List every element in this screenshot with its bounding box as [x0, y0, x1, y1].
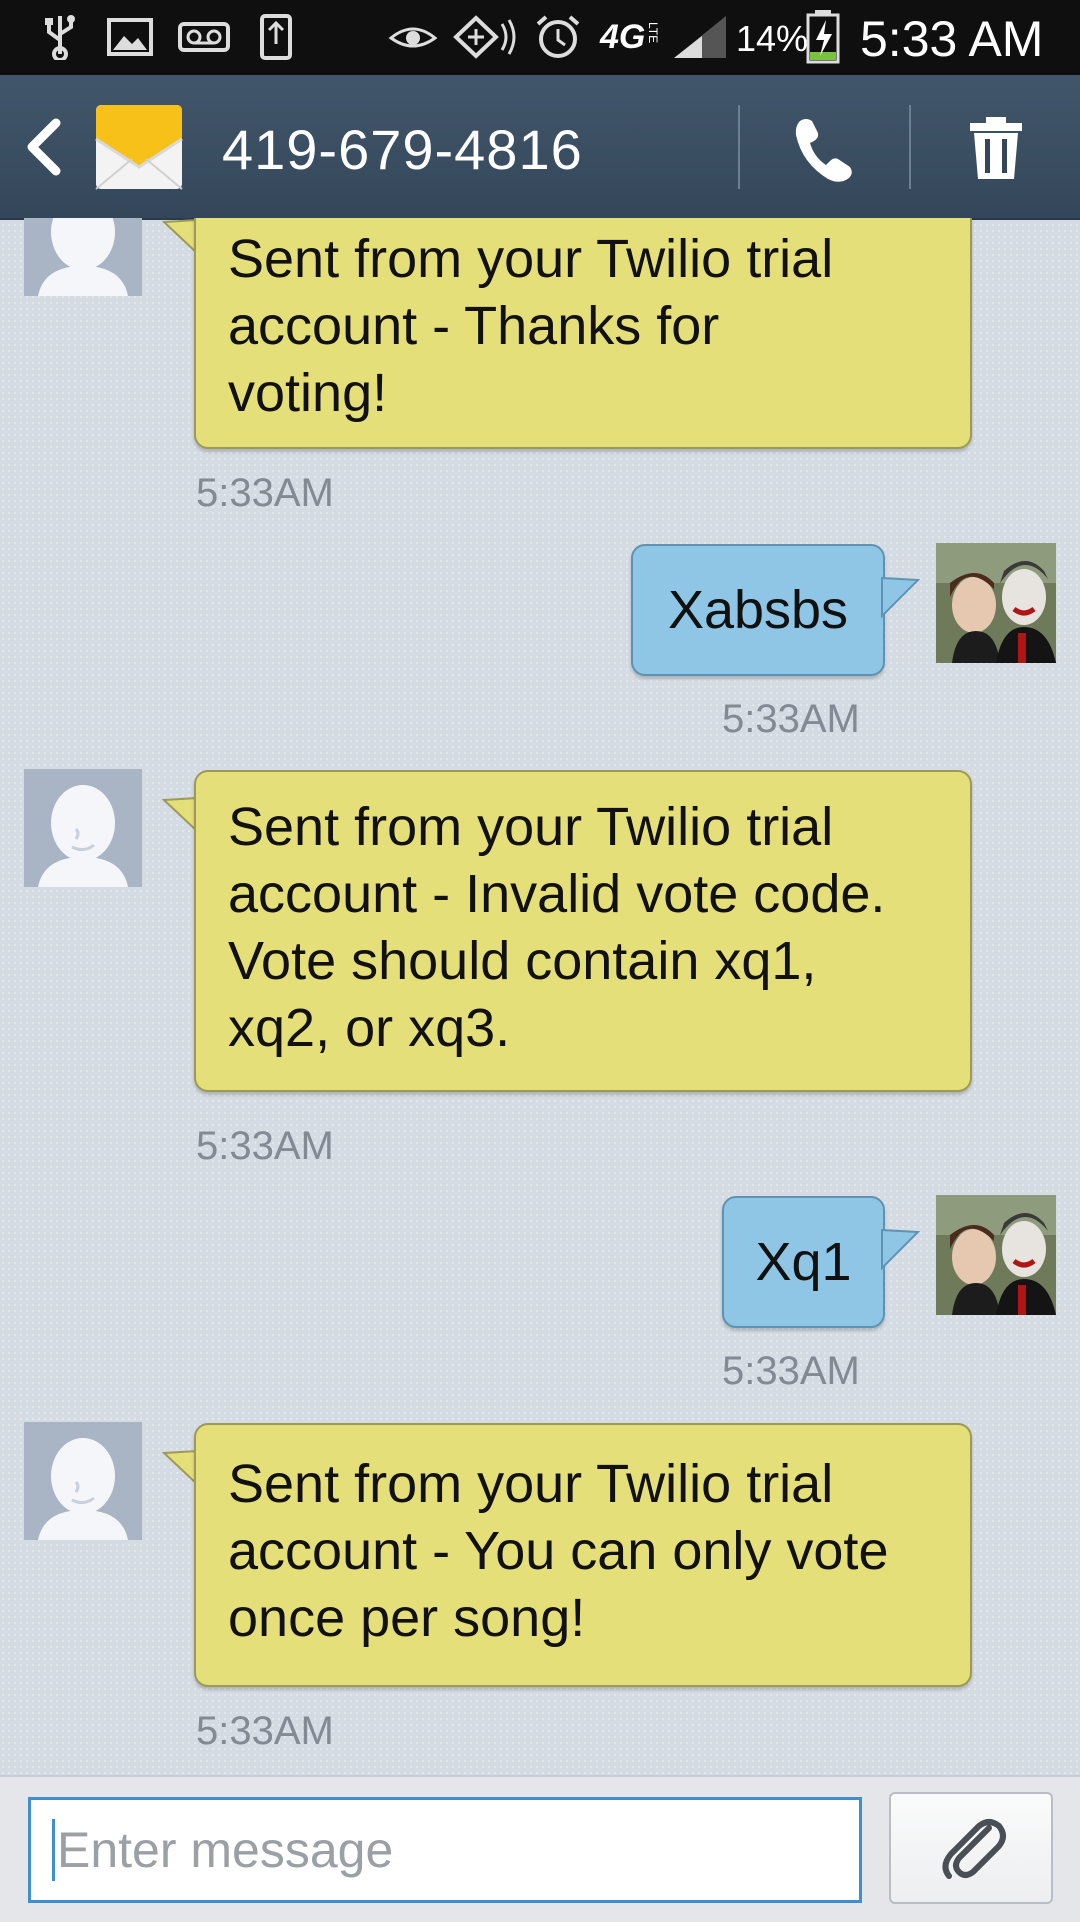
message-list[interactable]: Sent from your Twilio trial account - Th…	[0, 218, 1080, 1775]
contact-avatar[interactable]	[24, 769, 142, 887]
message-timestamp: 5:33AM	[722, 1349, 860, 1393]
back-arrow-icon[interactable]	[22, 117, 66, 177]
header-divider	[909, 105, 911, 189]
bubble-tail	[881, 1228, 920, 1271]
user-avatar[interactable]	[936, 543, 1056, 663]
phone-upload-icon	[260, 14, 292, 60]
message-line: account - Invalid vote code.	[228, 864, 886, 924]
contact-avatar[interactable]	[24, 218, 142, 296]
composer-bar	[0, 1775, 1080, 1922]
trash-icon[interactable]	[968, 115, 1024, 181]
message-line: Sent from your Twilio trial	[228, 229, 834, 289]
message-timestamp: 5:33AM	[196, 1709, 334, 1753]
message-bubble-incoming[interactable]: Sent from your Twilio trial account - Yo…	[194, 1423, 972, 1687]
bubble-tail	[881, 576, 920, 619]
network-subtype: LTE	[646, 22, 660, 44]
message-timestamp: 5:33AM	[196, 471, 334, 515]
message-line: account - You can only vote	[228, 1521, 889, 1581]
clock: 5:33 AM	[860, 11, 1044, 67]
default-person-icon	[24, 218, 142, 296]
message-bubble-incoming[interactable]: Sent from your Twilio trial account - In…	[194, 770, 972, 1092]
default-person-icon	[24, 769, 142, 887]
default-person-icon	[24, 1422, 142, 1540]
status-bar: 4G LTE 14% 5:33 AM	[0, 0, 1080, 75]
message-line: once per song!	[228, 1588, 586, 1648]
eye-icon	[388, 27, 438, 48]
signal-icon	[674, 16, 726, 58]
message-line: account - Thanks for	[228, 296, 720, 356]
battery-charging-icon	[806, 10, 840, 64]
network-type: 4G	[600, 18, 646, 56]
bubble-tail	[162, 1449, 198, 1487]
bubble-tail	[162, 796, 198, 834]
usb-icon	[45, 15, 75, 60]
message-text: Xabsbs	[667, 580, 849, 640]
message-timestamp: 5:33AM	[196, 1124, 334, 1168]
image-icon	[107, 18, 153, 56]
message-bubble-outgoing[interactable]: Xq1	[722, 1196, 885, 1328]
message-text: Xq1	[755, 1232, 852, 1292]
message-bubble-incoming[interactable]: Sent from your Twilio trial account - Th…	[194, 218, 972, 449]
message-line: voting!	[228, 363, 388, 423]
message-line: xq2, or xq3.	[228, 998, 511, 1058]
header-divider	[738, 105, 740, 189]
envelope-icon[interactable]	[94, 101, 184, 191]
bubble-tail	[162, 218, 198, 256]
attach-button[interactable]	[889, 1792, 1053, 1904]
message-line: Sent from your Twilio trial	[228, 797, 834, 857]
message-line: Vote should contain xq1,	[228, 931, 817, 991]
conversation-header: 419-679-4816	[0, 75, 1080, 220]
contact-number: 419-679-4816	[222, 118, 583, 181]
alarm-icon	[536, 15, 580, 58]
paperclip-icon	[942, 1819, 1006, 1879]
contact-avatar[interactable]	[24, 1422, 142, 1540]
voicemail-icon	[178, 22, 230, 52]
battery-percent: 14%	[736, 18, 809, 59]
phone-icon[interactable]	[792, 115, 856, 183]
message-line: Sent from your Twilio trial	[228, 1454, 834, 1514]
text-caret	[52, 1819, 55, 1881]
user-avatar[interactable]	[936, 1195, 1056, 1315]
message-input[interactable]	[28, 1797, 862, 1903]
nfc-icon	[453, 15, 516, 59]
message-bubble-outgoing[interactable]: Xabsbs	[631, 544, 885, 676]
message-timestamp: 5:33AM	[722, 697, 860, 741]
